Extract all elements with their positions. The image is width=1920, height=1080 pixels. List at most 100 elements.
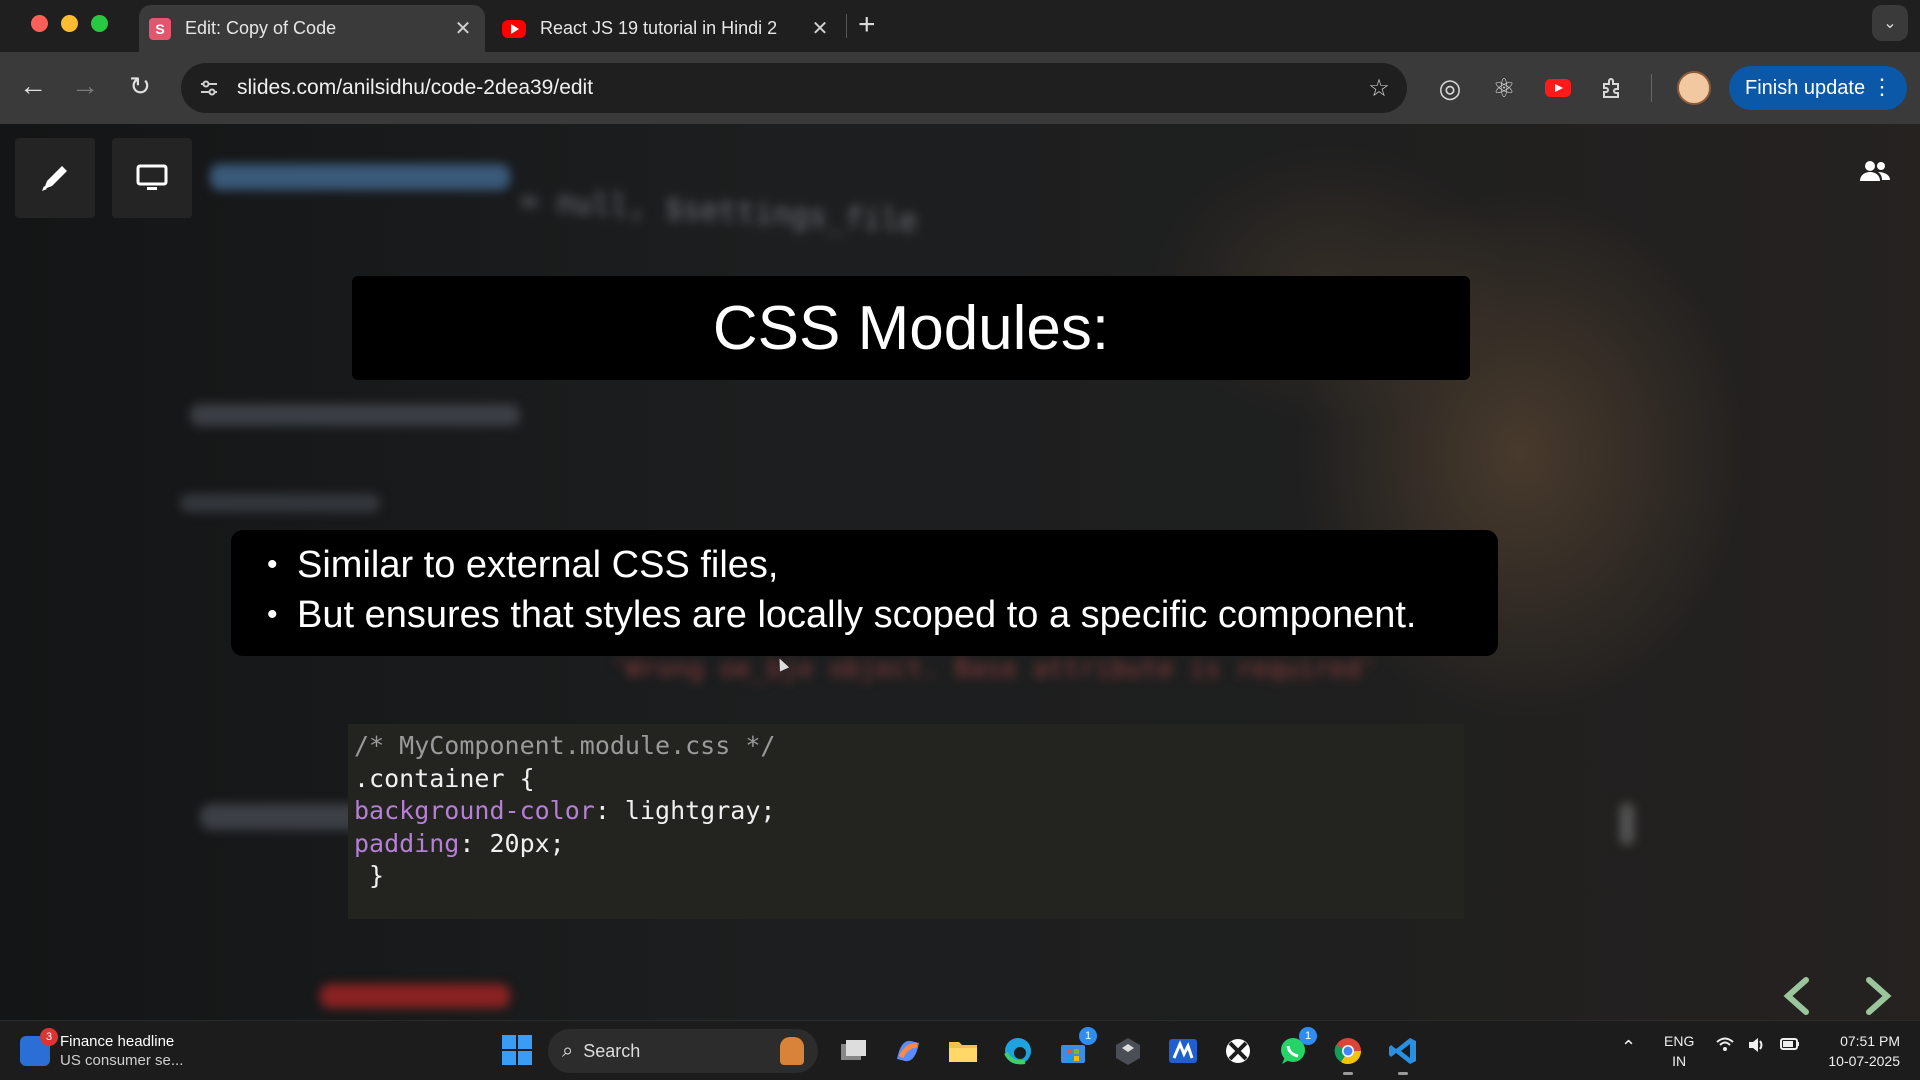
finish-update-label: Finish update	[1745, 76, 1866, 99]
vpn-app-icon[interactable]	[1163, 1031, 1203, 1071]
whatsapp-icon[interactable]: 1	[1273, 1027, 1317, 1071]
background-scroll-blob	[1620, 804, 1634, 844]
bookmark-star-icon[interactable]: ☆	[1351, 74, 1407, 103]
code-property: padding	[354, 828, 460, 858]
code-property: background-color	[354, 796, 595, 825]
extensions-puzzle-icon[interactable]	[1592, 68, 1632, 108]
browser-toolbar: ← → ↻ slides.com/anilsidhu/code-2dea39/e…	[0, 52, 1920, 124]
language-code: ENG	[1664, 1033, 1695, 1049]
wifi-icon	[1716, 1037, 1734, 1058]
back-arrow-icon[interactable]: ←	[13, 66, 53, 106]
people-icon	[1860, 161, 1890, 181]
window-close-button[interactable]	[31, 15, 48, 32]
clock-date: 10-07-2025	[1828, 1053, 1900, 1069]
collaborators-button[interactable]	[1850, 146, 1900, 196]
slide-stage: = null, $settings_file 'Wrong oe_bje obj…	[0, 124, 1920, 1020]
edge-browser-icon[interactable]	[998, 1031, 1038, 1071]
clock-time: 07:51 PM	[1840, 1033, 1900, 1049]
background-code-text: = null, $settings_file	[519, 183, 919, 240]
code-declaration-line: padding: 20px;	[354, 828, 1464, 861]
slide-title: CSS Modules:	[712, 293, 1110, 363]
file-explorer-icon[interactable]	[943, 1031, 983, 1071]
present-button[interactable]	[112, 138, 192, 218]
youtube-extension-icon[interactable]	[1538, 68, 1578, 108]
store-badge: 1	[1079, 1027, 1097, 1045]
tab-title: React JS 19 tutorial in Hindi 2	[540, 18, 778, 38]
running-indicator	[1343, 1072, 1353, 1075]
whatsapp-badge: 1	[1299, 1027, 1317, 1045]
code-selector-line: .container {	[354, 763, 535, 793]
search-label: Search	[583, 1040, 641, 1061]
running-indicator	[1398, 1072, 1408, 1075]
previous-slide-button[interactable]	[1777, 976, 1817, 1016]
browser-tab-bar: S Edit: Copy of Code ✕ React JS 19 tutor…	[0, 0, 1920, 52]
battery-icon	[1780, 1037, 1800, 1058]
search-icon: ⌕	[562, 1039, 574, 1062]
url-text[interactable]: slides.com/anilsidhu/code-2dea39/edit	[237, 76, 1351, 100]
language-region: IN	[1672, 1053, 1687, 1069]
vscode-icon[interactable]	[1383, 1031, 1423, 1075]
system-tray-icons[interactable]	[1716, 1037, 1800, 1058]
slides-favicon-icon: S	[149, 17, 171, 40]
more-options-icon[interactable]: ⋮	[1871, 74, 1893, 100]
background-error-text: 'Wrong oe_bje object. Base attribute is …	[610, 654, 1378, 684]
background-code-blob	[180, 494, 380, 512]
close-tab-icon[interactable]: ✕	[449, 16, 477, 41]
next-slide-button[interactable]	[1858, 976, 1898, 1016]
pen-icon	[42, 166, 67, 191]
youtube-favicon-icon	[502, 19, 526, 38]
chevron-right-icon	[1866, 977, 1892, 1015]
code-close-line: }	[354, 861, 385, 890]
react-devtools-icon[interactable]: ⚛	[1484, 68, 1524, 108]
taskbar-search[interactable]: ⌕ Search	[548, 1029, 818, 1073]
clock[interactable]: 07:51 PM 10-07-2025	[1812, 1031, 1900, 1071]
site-settings-icon[interactable]	[181, 77, 237, 99]
widget-title: Finance headline	[60, 1033, 175, 1050]
tab-title: Edit: Copy of Code	[185, 18, 337, 38]
copilot-icon[interactable]	[888, 1031, 928, 1071]
slide-title-box[interactable]: CSS Modules:	[352, 276, 1470, 380]
chrome-icon[interactable]	[1328, 1031, 1368, 1075]
reload-icon[interactable]: ↻	[120, 66, 160, 106]
widget-subtitle: US consumer se...	[60, 1052, 184, 1069]
code-value: : 20px;	[459, 828, 565, 858]
monitor-icon	[136, 164, 168, 190]
finish-update-button[interactable]: Finish update ⋮	[1729, 66, 1907, 110]
task-view-icon[interactable]	[834, 1031, 874, 1071]
new-tab-icon[interactable]: +	[858, 8, 876, 42]
code-value: : lightgray;	[594, 796, 776, 825]
draw-pen-button[interactable]	[15, 138, 95, 218]
search-highlight-icon	[780, 1037, 804, 1065]
close-tab-icon[interactable]: ✕	[806, 16, 834, 41]
microsoft-store-icon[interactable]: 1	[1053, 1027, 1097, 1071]
input-language-indicator[interactable]: ENG IN	[1664, 1031, 1694, 1071]
code-comment-line: /* MyComponent.module.css */	[354, 731, 776, 760]
background-code-blob	[320, 984, 510, 1008]
volume-icon	[1748, 1037, 1766, 1058]
forward-arrow-icon[interactable]: →	[65, 66, 105, 106]
code-block[interactable]: /* MyComponent.module.css */ .container …	[348, 724, 1464, 919]
window-minimize-button[interactable]	[61, 15, 78, 32]
xbox-icon[interactable]	[1218, 1031, 1258, 1071]
widget-text: Finance headline US consumer se...	[60, 1032, 183, 1070]
windows-taskbar: 3 Finance headline US consumer se... ⌕ S…	[0, 1020, 1920, 1080]
tab-search-chevron-icon[interactable]: ⌄	[1872, 5, 1908, 41]
toolbar-divider	[1651, 74, 1652, 102]
chevron-left-icon	[1783, 977, 1809, 1015]
profile-avatar[interactable]	[1677, 71, 1711, 105]
tab-edit-copy-of-code[interactable]: S Edit: Copy of Code ✕	[139, 5, 485, 52]
show-hidden-icons-chevron-icon[interactable]: ⌃	[1621, 1037, 1636, 1058]
background-code-blob	[210, 164, 510, 190]
extension-target-icon[interactable]: ◎	[1430, 68, 1470, 108]
code-declaration-line: background-color: lightgray;	[354, 795, 1464, 828]
address-bar[interactable]: slides.com/anilsidhu/code-2dea39/edit ☆	[181, 63, 1407, 113]
tab-react-tutorial[interactable]: React JS 19 tutorial in Hindi 2 ✕	[492, 5, 842, 52]
unity-hub-icon[interactable]	[1108, 1031, 1148, 1071]
bullet-list: Similar to external CSS files, But ensur…	[267, 540, 1498, 640]
widgets-news-button[interactable]: 3 Finance headline US consumer se...	[20, 1028, 220, 1073]
widget-badge: 3	[40, 1028, 58, 1046]
start-windows-icon[interactable]	[502, 1035, 532, 1065]
bullet-item: Similar to external CSS files,	[267, 540, 1498, 590]
slide-bullets-box[interactable]: Similar to external CSS files, But ensur…	[231, 530, 1498, 656]
window-maximize-button[interactable]	[91, 15, 108, 32]
